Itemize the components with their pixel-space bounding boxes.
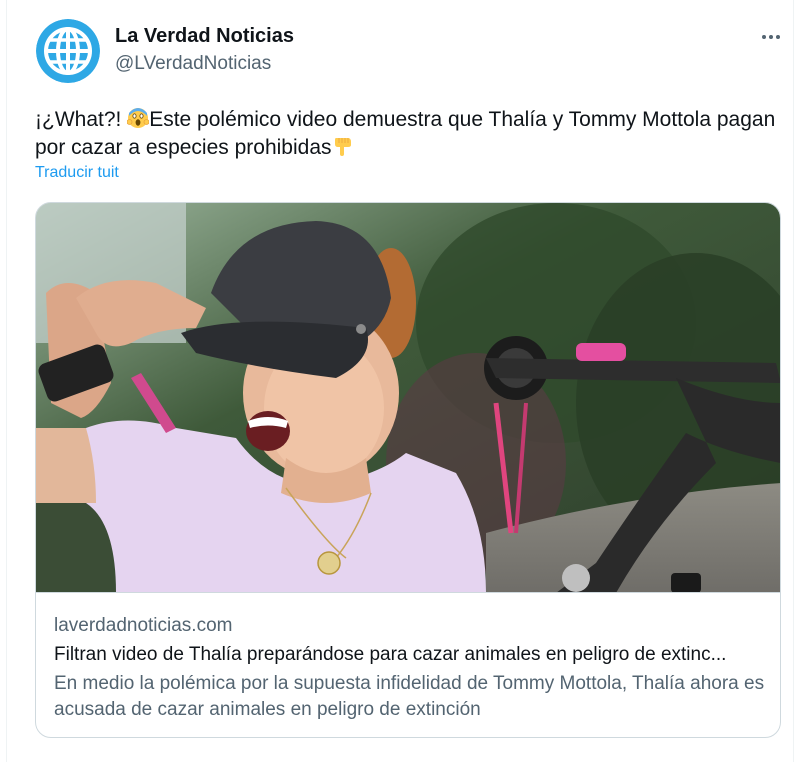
card-description: En medio la polémica por la supuesta inf… xyxy=(54,673,765,720)
more-dot-icon xyxy=(769,35,773,39)
author-handle[interactable]: @LVerdadNoticias xyxy=(115,53,271,75)
tweet-text-part1: ¡¿What?! xyxy=(35,108,128,131)
more-dot-icon xyxy=(762,35,766,39)
link-card[interactable]: laverdadnoticias.com Filtran video de Th… xyxy=(35,202,781,738)
card-photo xyxy=(36,203,780,592)
screaming-face-emoji-icon xyxy=(127,108,150,128)
card-title: Filtran video de Thalía preparándose par… xyxy=(54,644,727,665)
more-dot-icon xyxy=(776,35,780,39)
more-options-button[interactable] xyxy=(751,22,791,52)
tweet-container: La Verdad Noticias @LVerdadNoticias ¡¿Wh… xyxy=(6,0,794,762)
card-domain: laverdadnoticias.com xyxy=(54,615,233,636)
globe-icon[interactable] xyxy=(36,19,100,83)
translate-tweet-link[interactable]: Traducir tuit xyxy=(35,164,119,182)
card-image[interactable] xyxy=(36,203,780,593)
pointing-down-emoji-icon xyxy=(334,138,351,156)
tweet-text: ¡¿What?! Este polémico video demuestra q… xyxy=(35,106,785,162)
author-name[interactable]: La Verdad Noticias xyxy=(115,25,294,48)
